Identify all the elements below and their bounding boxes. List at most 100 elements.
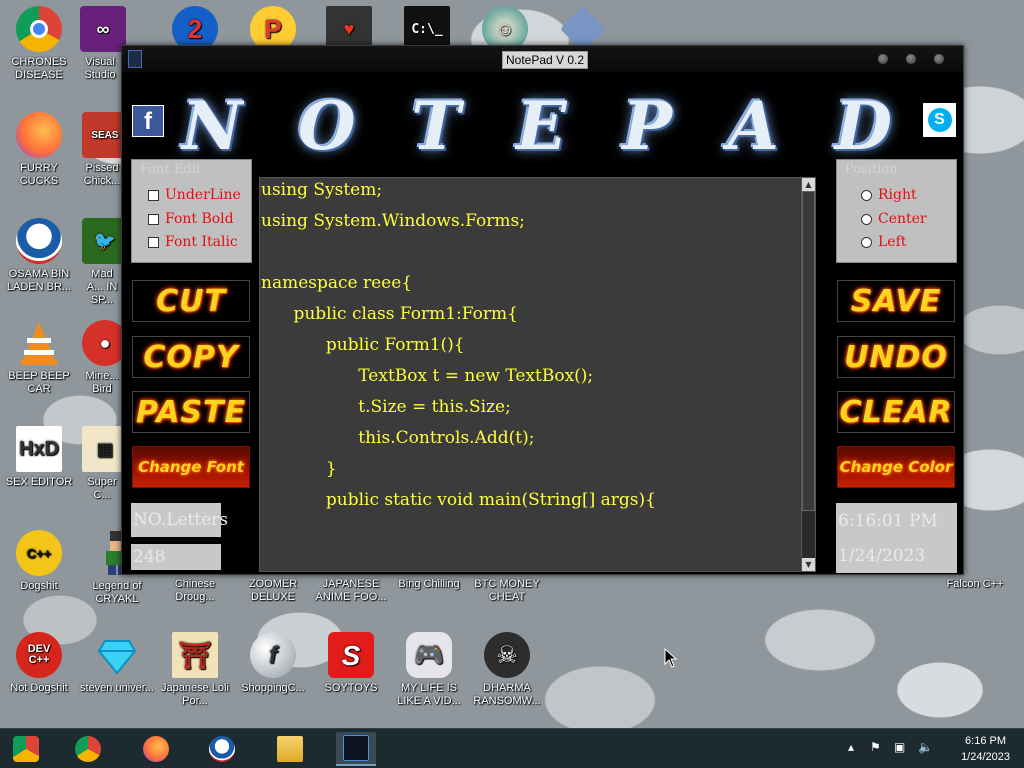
minimize-button[interactable] bbox=[878, 54, 888, 64]
devcpp-icon: DEV C++ bbox=[16, 632, 62, 678]
network-icon[interactable]: ▣ bbox=[894, 740, 905, 754]
desktop-icon-label: Falcon C++ bbox=[946, 578, 1004, 590]
desktop-icon-pissed[interactable]: SEAS Pissed Chick... bbox=[82, 112, 128, 188]
obama-logo-icon bbox=[16, 218, 62, 264]
skype-icon: S bbox=[927, 108, 952, 132]
show-hidden-icons[interactable]: ▴ bbox=[848, 740, 854, 754]
facebook-button[interactable]: f bbox=[132, 105, 164, 137]
desktop-icon-chrones[interactable]: CHRONES DISEASE bbox=[0, 6, 78, 82]
desktop-icon-visual-studio[interactable]: ∞ Visual Studio bbox=[80, 6, 126, 82]
date-display: 1/24/2023 bbox=[836, 539, 957, 573]
font-bold-checkbox[interactable]: Font Bold bbox=[148, 211, 234, 227]
desktop-icon-falcon[interactable]: Falcon C++ bbox=[936, 578, 1014, 591]
radio-circle[interactable] bbox=[861, 236, 872, 248]
cut-button[interactable]: CUT bbox=[132, 280, 250, 322]
taskbar-explorer[interactable] bbox=[270, 732, 310, 766]
desktop-icon-label: Japanese Loli Por... bbox=[161, 682, 229, 707]
undo-button[interactable]: UNDO bbox=[837, 336, 955, 378]
position-center-radio[interactable]: Center bbox=[861, 211, 927, 227]
desktop-icon-mine[interactable]: ● Mine... Bird bbox=[82, 320, 128, 396]
desktop-icon-shopping[interactable]: f ShoppingC... bbox=[234, 632, 312, 695]
maximize-button[interactable] bbox=[906, 54, 916, 64]
taskbar-firefox[interactable] bbox=[136, 732, 176, 766]
desktop-icon-japanese-loli[interactable]: ⛩ Japanese Loli Por... bbox=[156, 632, 234, 708]
desktop-icon-japanese-anime[interactable]: JAPANESE ANIME FOO... bbox=[312, 578, 390, 604]
desktop-icon-chinese[interactable]: Chinese Droug... bbox=[156, 578, 234, 604]
taskbar-chrome[interactable] bbox=[68, 732, 108, 766]
start-button[interactable] bbox=[6, 732, 46, 766]
desktop-icon-label: SOYTOYS bbox=[324, 682, 378, 694]
checkbox-box[interactable] bbox=[148, 189, 159, 201]
desktop-icon-mad[interactable]: 🐦 Mad A... IN SP... bbox=[82, 218, 128, 307]
position-right-radio[interactable]: Right bbox=[861, 187, 917, 203]
editor-line: public Form1(){ bbox=[261, 335, 465, 355]
volume-icon[interactable]: 🔈 bbox=[918, 740, 933, 754]
desktop-icon-label: ZOOMER DELUXE bbox=[248, 578, 298, 603]
desktop-icon-dogshit[interactable]: C++ Dogshit bbox=[0, 530, 78, 593]
desktop-icon-label: CHRONES DISEASE bbox=[11, 56, 67, 81]
title-bar[interactable]: NotePad V 0.2 bbox=[122, 46, 963, 72]
scroll-up-icon[interactable]: ▲ bbox=[802, 178, 815, 191]
copy-button[interactable]: COPY bbox=[132, 336, 250, 378]
desktop-icon-my-life[interactable]: 🎮 MY LIFE IS LIKE A VID... bbox=[390, 632, 468, 708]
notepad-window: NotePad V 0.2 f N O T E P A D S Font Edi… bbox=[121, 45, 964, 575]
desktop-icon-sex-editor[interactable]: HxD SEX EDITOR bbox=[0, 426, 78, 489]
app-icon bbox=[128, 50, 142, 68]
desktop-icon-label: Visual Studio bbox=[84, 56, 116, 81]
clock[interactable]: 6:16 PM 1/24/2023 bbox=[961, 733, 1010, 765]
radio-label: Left bbox=[878, 234, 907, 250]
hxd-icon: HxD bbox=[16, 426, 62, 472]
desktop-icon-dharma[interactable]: ☠ DHARMA RANSOMW... bbox=[468, 632, 546, 708]
desktop-icon-furry[interactable]: FURRY CUCKS bbox=[0, 112, 78, 188]
scroll-thumb[interactable] bbox=[802, 191, 815, 511]
editor-line: this.Controls.Add(t); bbox=[261, 428, 535, 448]
underline-checkbox[interactable]: UnderLine bbox=[148, 187, 241, 203]
radio-label: Right bbox=[878, 187, 917, 203]
obama-logo-icon bbox=[209, 736, 235, 762]
taskbar-obama[interactable] bbox=[202, 732, 242, 766]
desktop-icon-beep[interactable]: BEEP BEEP CAR bbox=[0, 320, 78, 396]
desktop-icon-label: DHARMA RANSOMW... bbox=[473, 682, 541, 707]
paste-button[interactable]: PASTE bbox=[132, 391, 250, 433]
skype-button[interactable]: S bbox=[923, 103, 956, 137]
flag-icon[interactable]: ⚑ bbox=[870, 740, 881, 754]
position-left-radio[interactable]: Left bbox=[861, 234, 906, 250]
desktop-icon-osama[interactable]: OSAMA BIN LADEN BR... bbox=[0, 218, 78, 294]
desktop-icon-label: FURRY CUCKS bbox=[19, 162, 59, 187]
notepad-banner: N O T E P A D bbox=[182, 87, 892, 165]
desktop-icon-soytoys[interactable]: S SOYTOYS bbox=[312, 632, 390, 695]
desktop-icon-btc[interactable]: BTC MONEY CHEAT bbox=[468, 578, 546, 604]
banner-letter: A bbox=[727, 87, 779, 165]
desktop-icon-zoomer[interactable]: ZOOMER DELUXE bbox=[234, 578, 312, 604]
checkbox-box[interactable] bbox=[148, 236, 159, 248]
mouse-cursor-icon bbox=[664, 647, 678, 673]
checkbox-box[interactable] bbox=[148, 213, 159, 225]
banner-letter: O bbox=[298, 87, 356, 165]
torii-icon: ⛩ bbox=[172, 632, 218, 678]
scroll-down-icon[interactable]: ▼ bbox=[802, 558, 815, 571]
desktop-icon-label: JAPANESE ANIME FOO... bbox=[315, 578, 387, 603]
editor-scrollbar[interactable]: ▲ ▼ bbox=[801, 178, 815, 571]
checkbox-label: Font Bold bbox=[165, 211, 234, 227]
facebook-icon: f bbox=[144, 108, 152, 135]
desktop-icon-not-dogshit[interactable]: DEV C++ Not Dogshit bbox=[0, 632, 78, 695]
banner-letter: D bbox=[834, 87, 892, 165]
code-editor[interactable]: using System; using System.Windows.Forms… bbox=[259, 177, 816, 572]
window-title: NotePad V 0.2 bbox=[502, 51, 589, 69]
desktop-icon-steven[interactable]: steven univer... bbox=[78, 632, 156, 695]
desktop-icon-super[interactable]: ▦ Super C... bbox=[82, 426, 128, 502]
close-button[interactable] bbox=[934, 54, 944, 64]
clear-button[interactable]: CLEAR bbox=[837, 391, 955, 433]
desktop-icon-label: SEX EDITOR bbox=[5, 476, 73, 488]
position-group: Position Right Center Left bbox=[836, 159, 957, 263]
taskbar-notepad[interactable] bbox=[336, 732, 376, 766]
radio-circle[interactable] bbox=[861, 189, 872, 201]
editor-line: using System.Windows.Forms; bbox=[261, 211, 525, 231]
font-italic-checkbox[interactable]: Font Italic bbox=[148, 234, 238, 250]
change-font-button[interactable]: Change Font bbox=[132, 446, 250, 488]
radio-circle[interactable] bbox=[861, 213, 872, 225]
save-button[interactable]: SAVE bbox=[837, 280, 955, 322]
desktop-icon-bing[interactable]: Bing Chilling bbox=[390, 578, 468, 591]
change-color-button[interactable]: Change Color bbox=[837, 446, 955, 488]
banner-letter: N bbox=[182, 87, 243, 165]
